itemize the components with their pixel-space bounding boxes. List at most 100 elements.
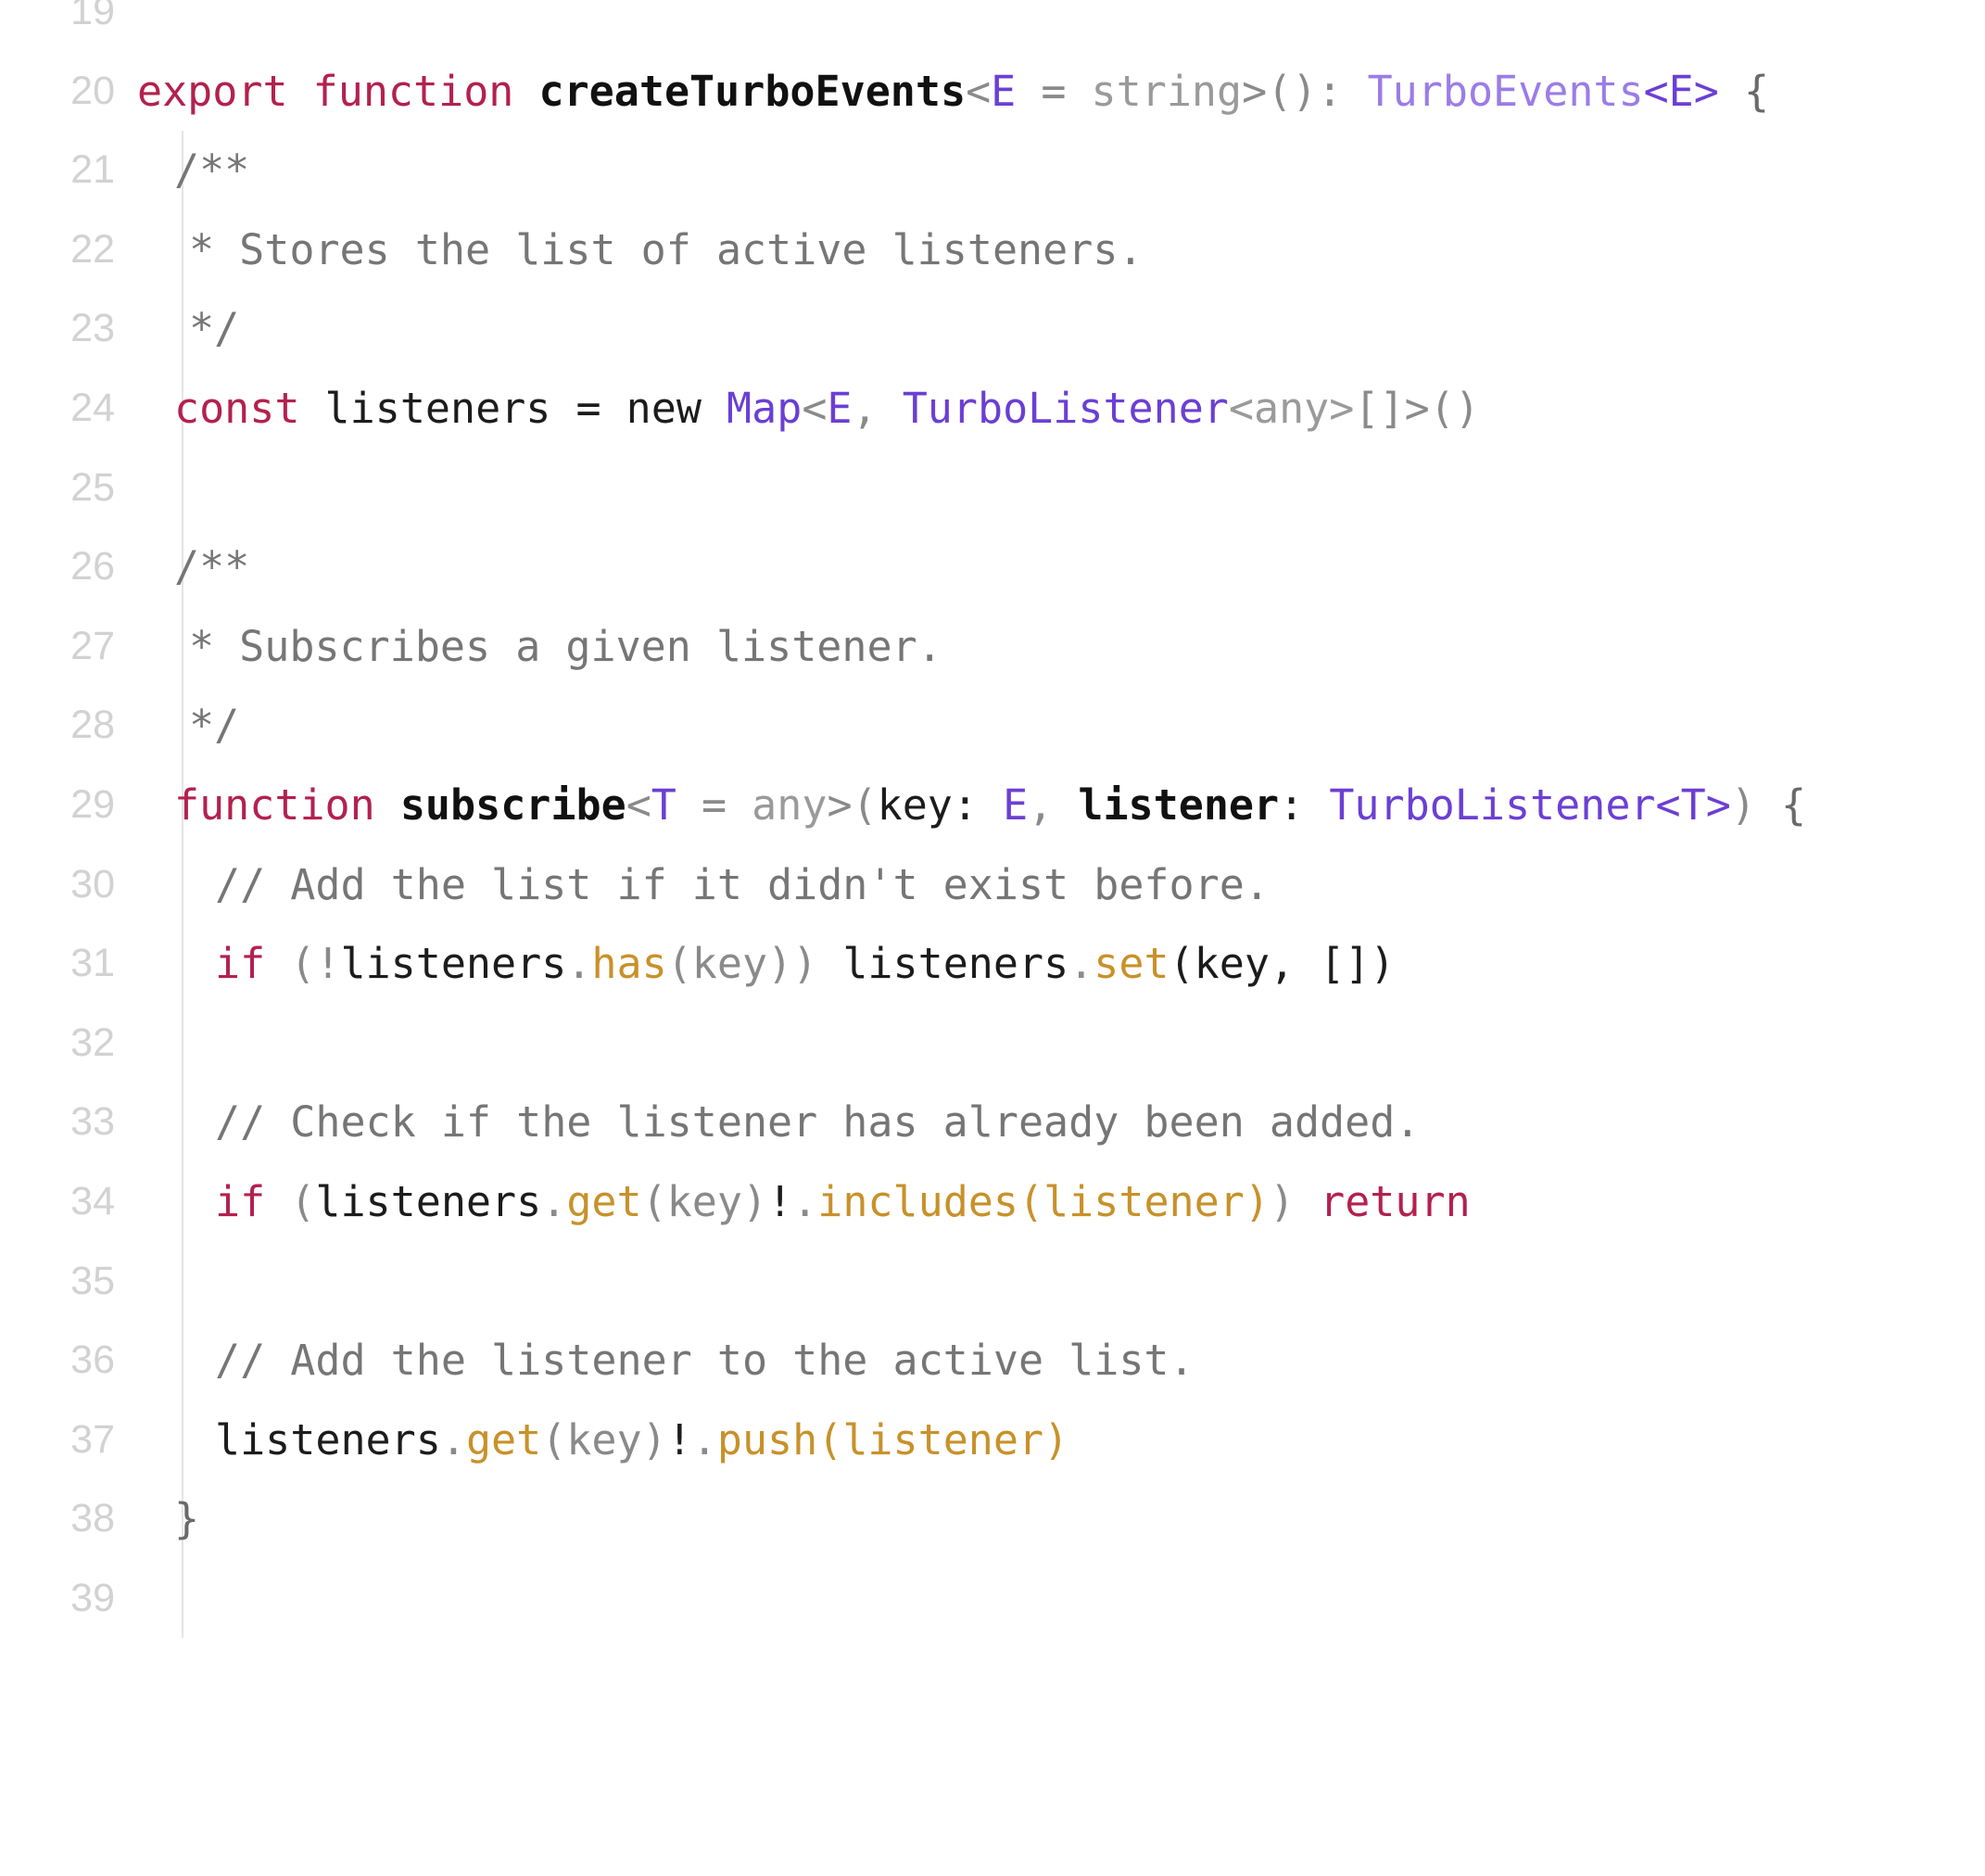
- line-number: 22: [70, 226, 115, 272]
- line-number: 35: [70, 1258, 115, 1303]
- token-keyword-if: if: [215, 1176, 266, 1226]
- code-line[interactable]: 27 * Subscribes a given listener.: [0, 606, 1985, 687]
- line-content[interactable]: listeners.get(key)!.push(listener): [215, 1401, 1068, 1480]
- token-return-generic: <E>: [1643, 66, 1719, 116]
- token-close-brace: }: [174, 1494, 200, 1544]
- code-line[interactable]: 30 // Add the list if it didn't exist be…: [0, 844, 1985, 925]
- code-line[interactable]: 39: [0, 1558, 1985, 1639]
- token-type-turbolistener: TurboListener: [1329, 780, 1656, 830]
- token-comment: */: [189, 304, 240, 354]
- token-type-turbolistener: TurboListener: [902, 383, 1229, 433]
- token-arg-open: (: [817, 1414, 843, 1464]
- token-keyword-const: const: [174, 383, 300, 433]
- token-comment: * Stores the list of active listeners.: [189, 224, 1144, 274]
- token-open-brace: {: [1718, 66, 1770, 116]
- indent-guide: [182, 924, 183, 1004]
- line-content[interactable]: const listeners = new Map<E, TurboListen…: [174, 369, 1480, 449]
- token-comma: ,: [852, 383, 903, 433]
- token-arg-listener: listener: [842, 1414, 1044, 1464]
- token-type-generic: <T>: [1655, 780, 1731, 830]
- line-content[interactable]: }: [174, 1479, 199, 1559]
- code-line[interactable]: 20 export function createTurboEvents<E =…: [0, 52, 1985, 132]
- token-array-brackets: []: [1354, 383, 1405, 433]
- line-number: 20: [70, 68, 115, 113]
- token-method-get: get: [566, 1176, 642, 1226]
- line-content[interactable]: /**: [174, 131, 249, 210]
- code-line[interactable]: 32: [0, 1003, 1985, 1084]
- token-arg-close: ): [1043, 1414, 1069, 1464]
- token-gt: >: [1404, 383, 1430, 433]
- line-content[interactable]: * Stores the list of active listeners.: [189, 210, 1144, 290]
- line-number: 36: [70, 1337, 115, 1383]
- token-comment: // Add the list if it didn't exist befor…: [215, 859, 1270, 909]
- token-generic-default: any: [752, 780, 828, 830]
- token-arg-open: (: [1018, 1176, 1044, 1226]
- token-keyword-if: if: [215, 939, 266, 989]
- token-open-paren: (: [852, 780, 878, 830]
- line-content[interactable]: * Subscribes a given listener.: [189, 607, 942, 687]
- code-line[interactable]: 29 function subscribe<T = any>(key: E, l…: [0, 765, 1985, 845]
- code-editor[interactable]: 19 20 export function createTurboEvents<…: [0, 0, 1985, 1639]
- line-number: 38: [70, 1496, 115, 1541]
- indent-guide: [182, 289, 183, 369]
- token-dot: .: [1068, 939, 1094, 989]
- code-line[interactable]: 23 */: [0, 289, 1985, 369]
- line-number: 19: [70, 0, 115, 33]
- line-content[interactable]: if (!listeners.has(key)) listeners.set(k…: [215, 924, 1395, 1004]
- code-line[interactable]: 24 const listeners = new Map<E, TurboLis…: [0, 368, 1985, 449]
- token-method-get: get: [465, 1414, 542, 1464]
- code-line[interactable]: 25: [0, 448, 1985, 528]
- indent-guide: [182, 686, 183, 766]
- indent-guide: [182, 209, 183, 290]
- token-lt: <: [626, 780, 651, 830]
- token-keyword-return: return: [1295, 1176, 1471, 1226]
- line-content[interactable]: // Add the listener to the active list.: [215, 1321, 1195, 1401]
- token-equals: =: [676, 780, 752, 830]
- line-number: 23: [70, 306, 115, 351]
- token-comment: // Add the listener to the active list.: [215, 1336, 1195, 1386]
- code-line[interactable]: 22 * Stores the list of active listeners…: [0, 209, 1985, 290]
- token-call-args: (key, []): [1169, 939, 1396, 989]
- line-content[interactable]: export function createTurboEvents<E = st…: [137, 52, 1769, 132]
- code-line[interactable]: 31 if (!listeners.has(key)) listeners.se…: [0, 924, 1985, 1004]
- token-open-negate: (!: [265, 939, 341, 989]
- token-call-args: (key): [541, 1414, 667, 1464]
- line-content[interactable]: if (listeners.get(key)!.includes(listene…: [215, 1162, 1471, 1242]
- line-content[interactable]: */: [189, 289, 239, 369]
- code-surface[interactable]: 19 20 export function createTurboEvents<…: [0, 0, 1985, 1639]
- token-call-args: (key)): [666, 939, 818, 989]
- line-number: 37: [70, 1416, 115, 1462]
- line-content[interactable]: // Add the list if it didn't exist befor…: [215, 845, 1270, 925]
- code-line[interactable]: 28 */: [0, 686, 1985, 766]
- token-call-args: (key): [641, 1176, 768, 1226]
- code-line[interactable]: 35: [0, 1241, 1985, 1322]
- token-dot: .: [691, 1414, 717, 1464]
- token-open-paren: (: [265, 1176, 316, 1226]
- line-number: 30: [70, 861, 115, 906]
- token-parens: (): [1429, 383, 1480, 433]
- code-line[interactable]: 38 }: [0, 1479, 1985, 1559]
- line-number: 27: [70, 623, 115, 668]
- code-line[interactable]: 36 // Add the listener to the active lis…: [0, 1321, 1985, 1401]
- code-line[interactable]: 19: [0, 0, 1985, 52]
- token-keyword-export: export: [137, 66, 288, 116]
- token-generic-close: >: [1242, 66, 1268, 116]
- code-line[interactable]: 26 /**: [0, 527, 1985, 607]
- token-keyword-function: function: [312, 66, 514, 116]
- line-number: 25: [70, 464, 115, 510]
- code-line[interactable]: 33 // Check if the listener has already …: [0, 1083, 1985, 1162]
- token-equals: =: [1016, 66, 1092, 116]
- line-content[interactable]: /**: [174, 527, 249, 607]
- code-line[interactable]: 21 /**: [0, 131, 1985, 210]
- indent-guide: [182, 1083, 183, 1162]
- line-content[interactable]: // Check if the listener has already bee…: [215, 1083, 1420, 1162]
- token-comment: // Check if the listener has already bee…: [215, 1097, 1421, 1147]
- token-colon: :: [952, 780, 1004, 830]
- code-line[interactable]: 37 listeners.get(key)!.push(listener): [0, 1400, 1985, 1480]
- line-content[interactable]: function subscribe<T = any>(key: E, list…: [174, 766, 1806, 845]
- token-non-null-assert: !: [767, 1176, 793, 1226]
- line-content[interactable]: */: [189, 686, 239, 766]
- code-line[interactable]: 34 if (listeners.get(key)!.includes(list…: [0, 1161, 1985, 1242]
- indent-guide: [182, 606, 183, 687]
- token-identifier-listeners: listeners: [340, 939, 567, 989]
